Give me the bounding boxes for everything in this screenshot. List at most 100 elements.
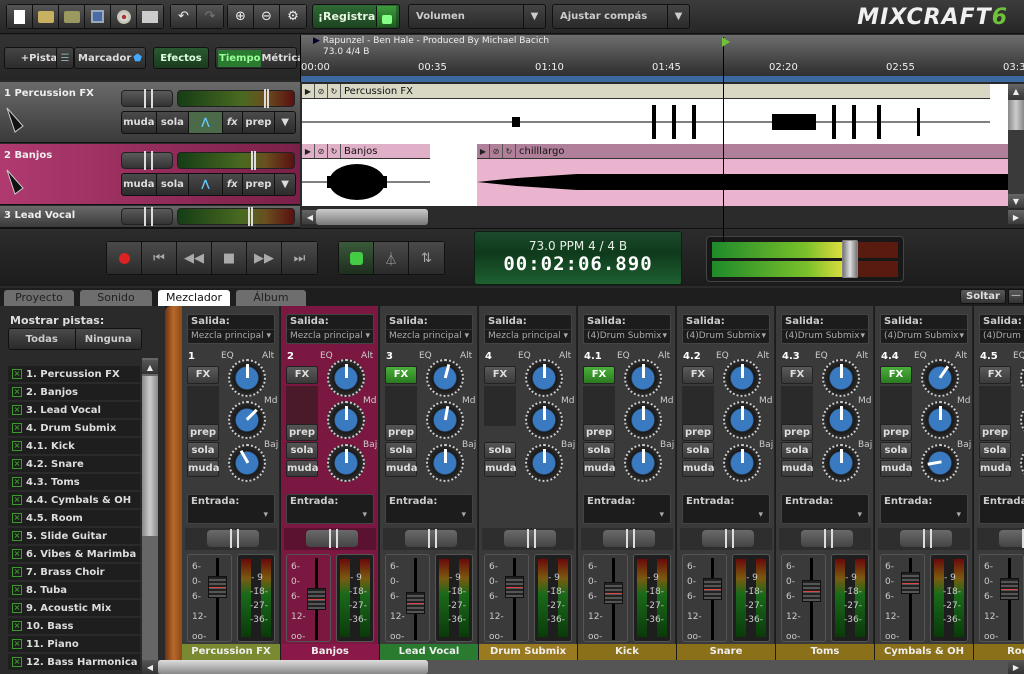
tab-mixer[interactable]: Mezclador xyxy=(158,290,230,306)
new-file-button[interactable] xyxy=(7,5,33,28)
fx-button[interactable]: FX xyxy=(286,366,318,384)
fader-knob[interactable] xyxy=(802,580,821,602)
volume-thumb[interactable] xyxy=(247,207,253,226)
fx-button[interactable]: fx xyxy=(223,174,243,195)
track-header[interactable]: 3 Lead Vocal xyxy=(0,206,300,228)
time-option[interactable]: Tiempo xyxy=(218,49,262,67)
output-select[interactable]: Salida:(4)Drum Submix▾ xyxy=(979,314,1024,344)
pan-slider[interactable] xyxy=(878,528,970,550)
pan-thumb[interactable] xyxy=(999,529,1024,548)
fader-knob[interactable] xyxy=(208,576,227,598)
eq-low-knob[interactable] xyxy=(921,444,959,482)
solo-button[interactable]: sola xyxy=(781,442,813,459)
checkbox-checked-icon[interactable]: × xyxy=(12,603,22,613)
checkbox-checked-icon[interactable]: × xyxy=(12,369,22,379)
scroll-right-button[interactable]: ▶ xyxy=(1008,210,1024,224)
eq-mid-knob[interactable] xyxy=(327,401,365,439)
track-visibility-item[interactable]: × 3. Lead Vocal xyxy=(8,402,140,418)
tab-sound[interactable]: Sonido xyxy=(80,290,152,306)
track-visibility-item[interactable]: × 5. Slide Guitar xyxy=(8,528,140,544)
prep-button[interactable]: prep xyxy=(682,424,714,441)
track-visibility-item[interactable]: × 2. Banjos xyxy=(8,384,140,400)
solo-button[interactable]: sola xyxy=(385,442,417,459)
zoom-out-button[interactable]: ⊖ xyxy=(254,5,280,28)
fader-knob[interactable] xyxy=(703,577,722,600)
eq-low-knob[interactable] xyxy=(525,444,563,482)
prep-button[interactable]: prep xyxy=(583,424,615,441)
master-volume-thumb[interactable] xyxy=(841,240,858,278)
scroll-up-button[interactable]: ▲ xyxy=(1008,84,1024,98)
horizontal-scrollbar[interactable]: ◀ ▶ xyxy=(302,208,1024,226)
audio-clip[interactable]: ▶ ⊘ ↻ chilllargo xyxy=(477,144,1008,206)
stop-button[interactable]: ■ xyxy=(212,242,247,274)
mute-clip-icon[interactable]: ⊘ xyxy=(490,144,503,158)
automation-button[interactable]: ⋀ xyxy=(189,174,223,195)
checkbox-checked-icon[interactable]: × xyxy=(12,567,22,577)
mute-button[interactable]: muda xyxy=(880,460,912,477)
track-visibility-item[interactable]: × 1. Percussion FX xyxy=(8,366,140,382)
fader-knob[interactable] xyxy=(901,572,920,594)
scroll-left-button[interactable]: ◀ xyxy=(142,660,158,674)
mute-clip-icon[interactable]: ⊘ xyxy=(315,84,328,98)
track-menu-button[interactable]: ▼ xyxy=(275,174,295,195)
mute-button[interactable]: muda xyxy=(682,460,714,477)
checkbox-checked-icon[interactable]: × xyxy=(12,549,22,559)
pan-slider[interactable] xyxy=(121,207,173,226)
checkbox-checked-icon[interactable]: × xyxy=(12,513,22,523)
solo-button[interactable]: sola xyxy=(682,442,714,459)
undo-button[interactable]: ↶ xyxy=(171,5,197,28)
mute-button[interactable]: muda xyxy=(122,112,157,133)
checkbox-checked-icon[interactable]: × xyxy=(12,621,22,631)
go-to-start-button[interactable]: ⏮ xyxy=(142,242,177,274)
audio-clip[interactable]: ▶ ⊘ ↻ Percussion FX xyxy=(302,84,990,144)
track-visibility-item[interactable]: × 11. Piano xyxy=(8,636,140,652)
detach-button[interactable]: Soltar xyxy=(960,289,1006,304)
punch-in-button[interactable]: ⇅ xyxy=(409,242,444,274)
solo-button[interactable]: sola xyxy=(583,442,615,459)
scroll-thumb[interactable] xyxy=(316,209,428,225)
track-visibility-item[interactable]: × 4.3. Toms xyxy=(8,474,140,490)
track-visibility-item[interactable]: × 7. Brass Choir xyxy=(8,564,140,580)
eq-high-knob[interactable] xyxy=(1020,359,1024,397)
scroll-right-button[interactable]: ▶ xyxy=(1008,660,1024,674)
master-volume[interactable] xyxy=(706,236,904,282)
fader-knob[interactable] xyxy=(604,582,623,605)
mixer-horizontal-scrollbar[interactable]: ◀ ▶ xyxy=(142,660,1024,674)
input-select[interactable]: Entrada: ▾ xyxy=(187,494,275,524)
track-list-icon[interactable]: ☰ xyxy=(56,47,74,69)
burn-cd-button[interactable] xyxy=(111,5,137,28)
output-select[interactable]: Salida: Mezcla principal ▾ xyxy=(187,314,275,344)
volume-slider[interactable] xyxy=(177,89,295,108)
prep-button[interactable]: prep xyxy=(979,424,1011,441)
prep-button[interactable]: prep xyxy=(781,424,813,441)
track-visibility-item[interactable]: × 10. Bass xyxy=(8,618,140,634)
track-visibility-item[interactable]: × 4.1. Kick xyxy=(8,438,140,454)
show-none-button[interactable]: Ninguna xyxy=(76,329,142,349)
timeline-ruler[interactable]: ▶ Rapunzel - Ben Hale - Produced By Mich… xyxy=(300,35,1024,242)
import-audio-button[interactable] xyxy=(137,5,163,28)
pan-slider[interactable] xyxy=(383,528,475,550)
solo-button[interactable]: sola xyxy=(157,112,190,133)
track-visibility-item[interactable]: × 9. Acoustic Mix xyxy=(8,600,140,616)
checkbox-checked-icon[interactable]: × xyxy=(12,477,22,487)
metronome-button[interactable]: ⏃ xyxy=(374,242,409,274)
volume-thumb[interactable] xyxy=(263,89,269,108)
eq-low-knob[interactable] xyxy=(822,444,860,482)
open-button[interactable] xyxy=(33,5,59,28)
scroll-thumb[interactable] xyxy=(142,376,158,536)
fx-button[interactable]: FX xyxy=(583,366,615,384)
pan-thumb[interactable] xyxy=(405,529,457,548)
rewind-button[interactable]: ◀◀ xyxy=(177,242,212,274)
volume-fader[interactable]: 6- 0- 6- 12- oo- xyxy=(187,554,232,642)
eq-high-knob[interactable] xyxy=(624,359,662,397)
loop-button[interactable] xyxy=(339,242,374,274)
output-select[interactable]: Salida:(4)Drum Submix▾ xyxy=(880,314,968,344)
eq-low-knob[interactable] xyxy=(624,444,662,482)
volume-fader[interactable]: 6- 0- 6- 12- oo- xyxy=(484,554,529,642)
track-visibility-item[interactable]: × 12. Bass Harmonica xyxy=(8,654,140,670)
volume-fader[interactable]: 6- 0- 6- 12- oo- xyxy=(880,554,925,642)
volume-fader[interactable]: 6- 0- 6- 12- oo- xyxy=(979,554,1024,642)
loop-icon[interactable]: ↻ xyxy=(328,84,341,98)
record-button[interactable] xyxy=(107,242,142,274)
solo-button[interactable]: sola xyxy=(880,442,912,459)
